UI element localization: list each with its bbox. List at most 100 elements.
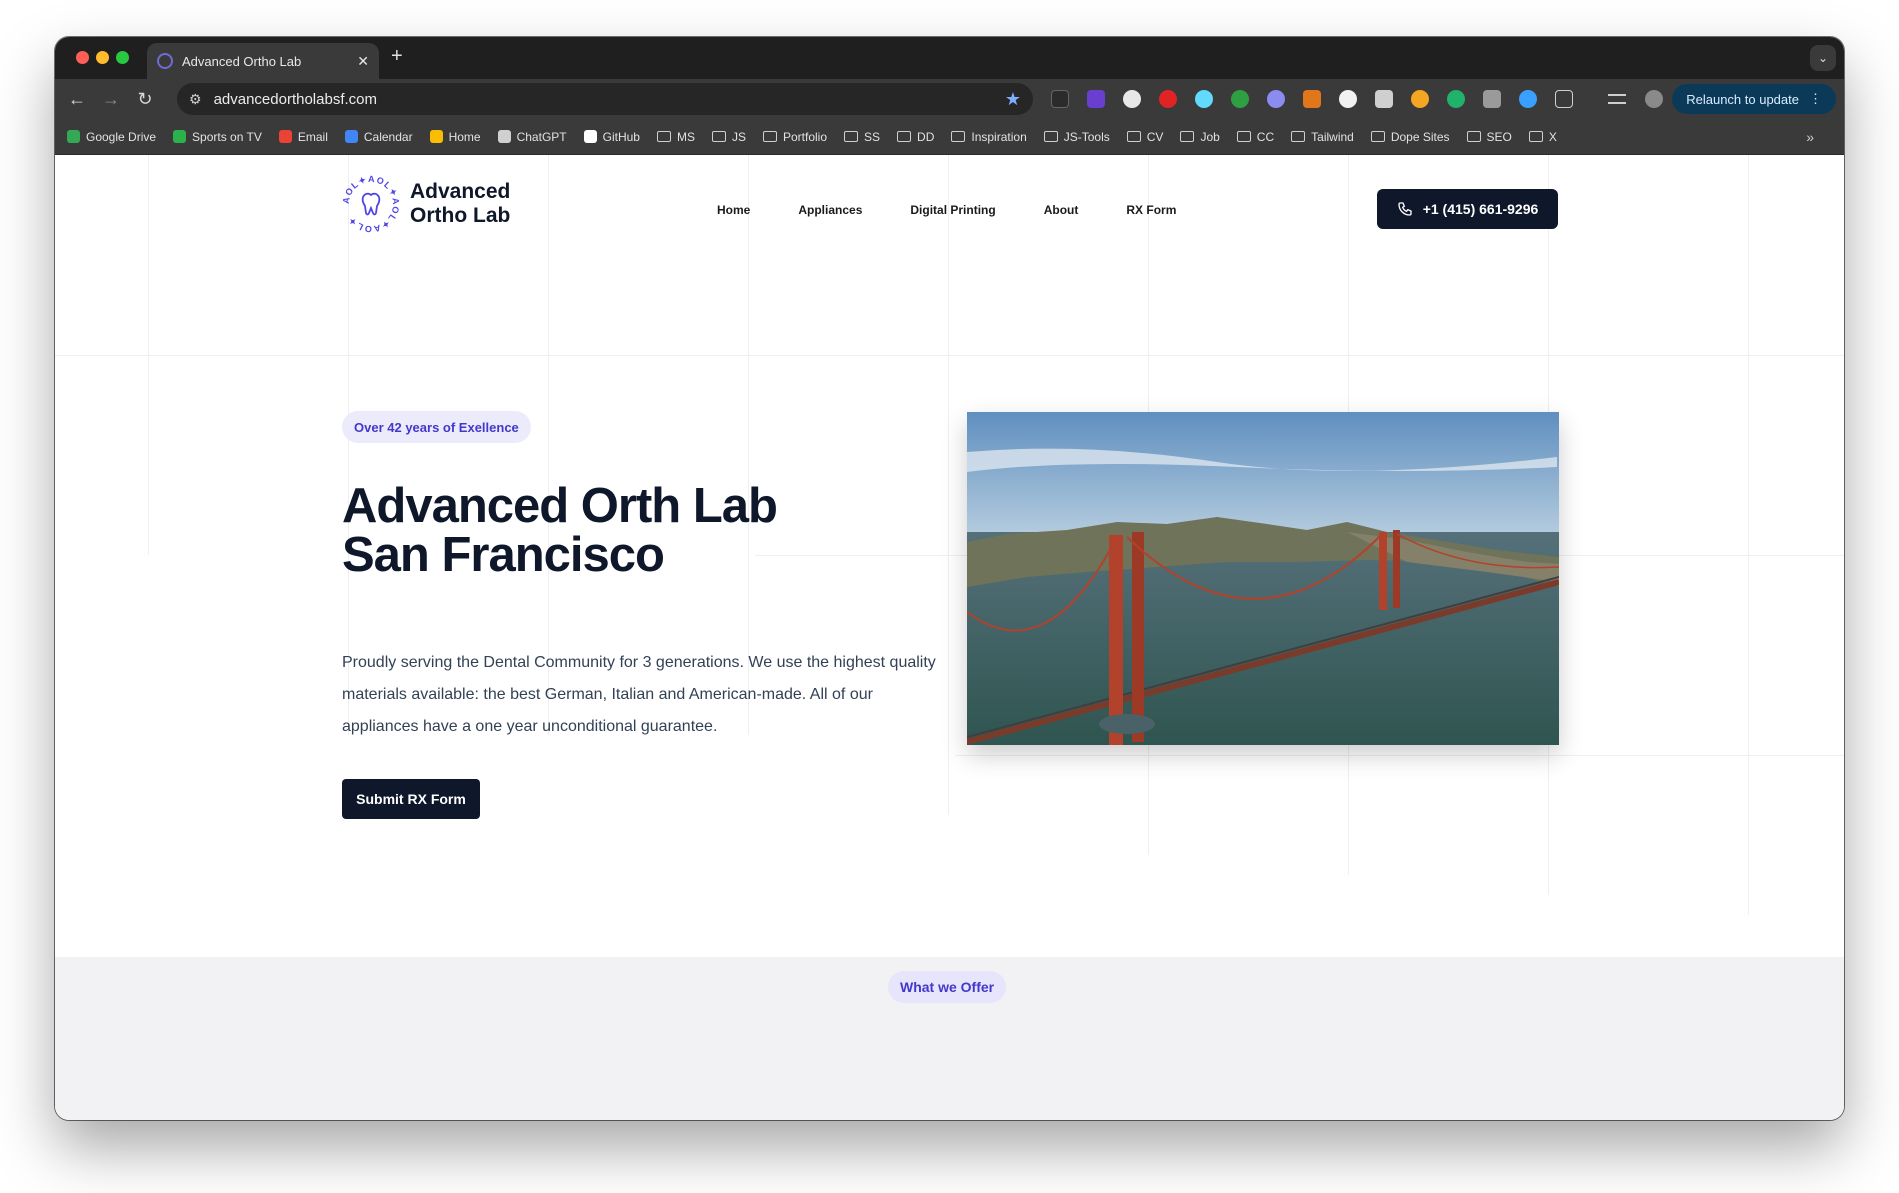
bookmark-item[interactable]: Email <box>278 130 328 144</box>
bookmark-label: Home <box>448 129 481 144</box>
reload-icon[interactable]: ↻ <box>133 87 157 111</box>
extension-icon[interactable] <box>1231 90 1249 108</box>
maximize-window-button[interactable] <box>116 51 129 64</box>
grid-line <box>955 755 1844 756</box>
bookmark-item[interactable]: Home <box>429 129 481 144</box>
bookmark-label: Dope Sites <box>1390 129 1450 144</box>
nav-rx-form[interactable]: RX Form <box>1126 203 1176 217</box>
more-vert-icon: ⋮ <box>1809 91 1822 106</box>
camera-icon[interactable] <box>1483 90 1501 108</box>
back-icon[interactable]: ← <box>65 87 89 111</box>
nav-about[interactable]: About <box>1044 203 1079 217</box>
grammarly-icon[interactable] <box>1447 90 1465 108</box>
bookmark-label: DD <box>917 129 935 144</box>
folder-icon <box>1291 131 1306 142</box>
phone-button[interactable]: +1 (415) 661-9296 <box>1377 189 1558 229</box>
folder-icon <box>844 131 859 142</box>
profile-avatar[interactable] <box>1645 90 1663 108</box>
site-logo[interactable]: AOL✦AOL✦AOL✦AOL✦ Advanced Ortho Lab <box>342 175 530 233</box>
folder-icon <box>1180 131 1195 142</box>
bookmark-item[interactable]: Dope Sites <box>1370 129 1450 144</box>
phone-number: +1 (415) 661-9296 <box>1422 201 1539 217</box>
svg-text:AOL✦AOL✦AOL✦AOL✦: AOL✦AOL✦AOL✦AOL✦ <box>342 175 400 233</box>
bookmark-label: Calendar <box>363 129 413 144</box>
bookmark-item[interactable]: DD <box>897 130 934 144</box>
extension-new-icon[interactable] <box>1051 90 1069 108</box>
bookmark-label: SEO <box>1486 129 1512 144</box>
hero-description: Proudly serving the Dental Community for… <box>342 654 936 735</box>
sports-icon <box>173 130 187 143</box>
bookmark-item[interactable]: SS <box>844 130 880 144</box>
active-tab[interactable]: Advanced Ortho Lab ✕ <box>147 43 379 79</box>
nav-appliances[interactable]: Appliances <box>798 203 862 217</box>
phone-icon <box>1398 202 1412 216</box>
folder-icon <box>951 131 966 142</box>
submit-rx-form-button[interactable]: Submit RX Form <box>342 779 480 819</box>
tab-search-button[interactable]: ⌄ <box>1810 45 1836 71</box>
folder-icon <box>1466 131 1481 142</box>
bookmark-item[interactable]: Sports on TV <box>173 130 262 144</box>
bookmark-item[interactable]: X <box>1528 129 1557 144</box>
relaunch-button[interactable]: Relaunch to update ⋮ <box>1672 84 1836 114</box>
new-tab-button[interactable]: + <box>391 45 403 68</box>
hero-title-line-2: San Francisco <box>342 528 665 582</box>
extensions-puzzle-icon[interactable] <box>1555 90 1573 108</box>
bookmarks-overflow-icon[interactable]: » <box>1806 129 1814 145</box>
site-info-icon[interactable]: ⚙ <box>189 91 202 108</box>
bookmark-item[interactable]: GitHub <box>583 130 640 144</box>
metamask-icon[interactable] <box>1303 90 1321 108</box>
extension-icon[interactable] <box>1267 90 1285 108</box>
bookmark-label: X <box>1548 129 1557 144</box>
tab-close-icon[interactable]: ✕ <box>357 53 369 70</box>
bookmark-item[interactable]: Portfolio <box>762 129 828 144</box>
nav-home[interactable]: Home <box>717 203 750 217</box>
bookmark-item[interactable]: JS-Tools <box>1043 129 1110 144</box>
site-favicon-icon <box>157 53 173 69</box>
folder-icon <box>656 131 671 142</box>
forward-icon[interactable]: → <box>99 87 123 111</box>
extension-icon[interactable] <box>1339 90 1357 108</box>
extension-icon[interactable] <box>1375 90 1393 108</box>
address-bar[interactable]: ⚙ advancedortholabsf.com ★ <box>177 83 1033 115</box>
bookmark-label: ChatGPT <box>516 129 567 144</box>
hero-title-line-1: Advanced Orth Lab <box>342 479 778 533</box>
bookmark-item[interactable]: MS <box>656 130 695 144</box>
main-nav: Home Appliances Digital Printing About R… <box>717 203 1176 217</box>
golden-gate-bridge-image <box>967 412 1559 745</box>
grid-line <box>55 355 1844 356</box>
bookmark-item[interactable]: ChatGPT <box>497 129 567 144</box>
bookmark-item[interactable]: Inspiration <box>951 129 1027 144</box>
close-window-button[interactable] <box>76 51 89 64</box>
bookmark-item[interactable]: Google Drive <box>67 130 156 144</box>
logo-ring-text: AOL✦AOL✦AOL✦AOL✦ <box>342 175 400 233</box>
logo-tooth-icon: AOL✦AOL✦AOL✦AOL✦ <box>342 175 400 233</box>
bookmark-item[interactable]: Calendar <box>344 129 413 144</box>
extension-icon[interactable] <box>1123 90 1141 108</box>
bookmark-item[interactable]: Tailwind <box>1291 130 1354 144</box>
url-text[interactable]: advancedortholabsf.com <box>214 91 1005 108</box>
minimize-window-button[interactable] <box>96 51 109 64</box>
extension-icon[interactable] <box>1411 90 1429 108</box>
extension-icon[interactable] <box>1519 90 1537 108</box>
reading-list-icon[interactable] <box>1608 94 1626 104</box>
bookmark-label: Google Drive <box>86 129 157 144</box>
bookmark-item[interactable]: SEO <box>1466 129 1512 144</box>
bookmark-label: Inspiration <box>971 129 1027 144</box>
bookmark-item[interactable]: CC <box>1236 130 1274 144</box>
bookmark-item[interactable]: CV <box>1126 130 1163 144</box>
browser-toolbar: ← → ↻ ⚙ advancedortholabsf.com ★ Relaunc… <box>55 79 1844 119</box>
calendar-icon <box>344 130 358 143</box>
extension-icon[interactable] <box>1159 90 1177 108</box>
bookmark-label: JS-Tools <box>1063 129 1110 144</box>
hero-title: Advanced Orth Lab San Francisco <box>342 482 962 580</box>
bookmark-item[interactable]: JS <box>711 130 746 144</box>
folder-icon <box>1043 131 1058 142</box>
react-devtools-icon[interactable] <box>1195 90 1213 108</box>
bookmark-star-icon[interactable]: ★ <box>1005 89 1021 110</box>
bookmark-item[interactable]: Job <box>1180 130 1220 144</box>
google-drive-icon <box>67 130 80 143</box>
extension-icon[interactable] <box>1087 90 1105 108</box>
chatgpt-icon <box>497 130 511 143</box>
bookmark-label: Portfolio <box>782 129 828 144</box>
nav-digital-printing[interactable]: Digital Printing <box>910 203 995 217</box>
